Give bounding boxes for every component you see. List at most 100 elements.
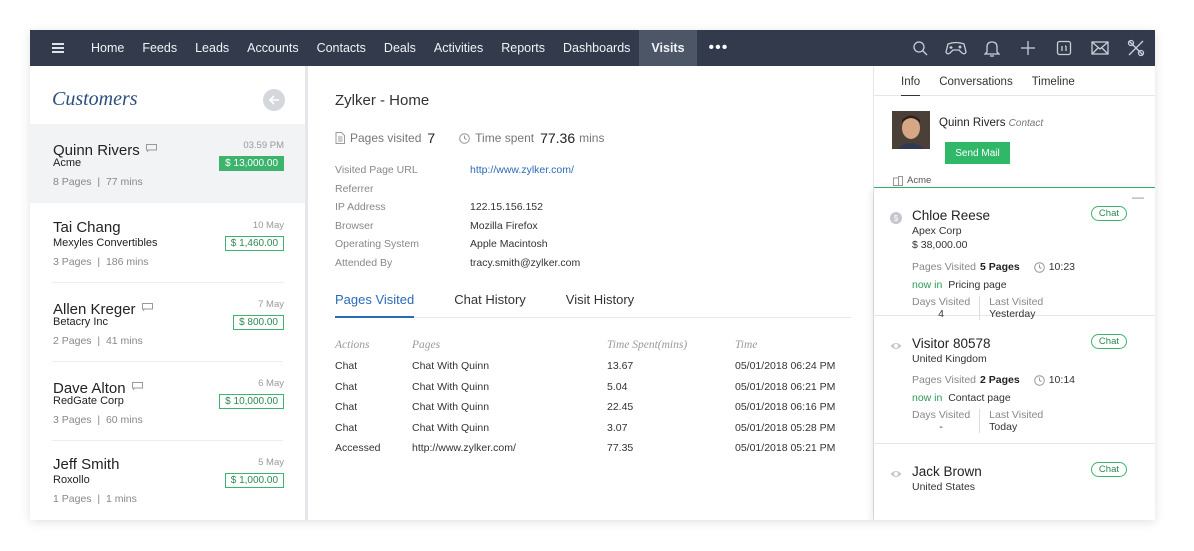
- visitor-card[interactable]: $ Chloe Reese Apex Corp $ 38,000.00 Chat…: [874, 188, 1155, 320]
- tab-pages-visited[interactable]: Pages Visited: [335, 292, 415, 318]
- time-unit: mins: [579, 131, 605, 145]
- nav-deals[interactable]: Deals: [375, 30, 425, 66]
- visitor-location: United Kingdom: [912, 353, 987, 365]
- customer-meta: 2 Pages | 41 mins: [53, 335, 143, 347]
- customer-name: Allen Kreger: [53, 298, 153, 318]
- visitors-panel: — $ Chloe Reese Apex Corp $ 38,000.00 Ch…: [874, 188, 1155, 520]
- visitor-location: United States: [912, 481, 976, 493]
- visitor-company: Apex Corp: [912, 225, 962, 237]
- cell: Chat With Quinn: [412, 421, 490, 434]
- customer-name: Quinn Rivers: [53, 139, 157, 159]
- bell-icon[interactable]: [981, 37, 1003, 59]
- search-icon[interactable]: [909, 37, 931, 59]
- column-header: Actions: [335, 339, 370, 351]
- tab-conversations[interactable]: Conversations: [939, 66, 1013, 96]
- calendar-icon[interactable]: [1053, 37, 1075, 59]
- detail-row: Operating System Apple Macintosh: [335, 238, 580, 257]
- visitor-card[interactable]: Jack Brown United States Chat: [874, 444, 1155, 520]
- back-button[interactable]: [263, 89, 285, 111]
- tab-timeline[interactable]: Timeline: [1032, 66, 1075, 96]
- nav-dashboards[interactable]: Dashboards: [554, 30, 639, 66]
- svg-text:$: $: [894, 214, 899, 223]
- customer-name: Tai Chang: [53, 219, 121, 236]
- detail-value: Apple Macintosh: [470, 238, 548, 250]
- chat-button[interactable]: Chat: [1090, 206, 1127, 221]
- detail-row: Browser Mozilla Firefox: [335, 220, 580, 239]
- cell: 05/01/2018 05:21 PM: [735, 442, 836, 455]
- visitor-days: Days Visited - Last Visited Today: [912, 409, 1044, 433]
- customer-item[interactable]: Tai Chang Mexyles Convertibles 3 Pages |…: [30, 204, 305, 283]
- mail-icon[interactable]: [1089, 37, 1111, 59]
- customer-amount-badge: $ 13,000.00: [219, 156, 284, 171]
- cell: Chat: [335, 401, 358, 414]
- dollar-icon: $: [890, 211, 902, 224]
- customer-item[interactable]: Dave Alton RedGate Corp 3 Pages | 60 min…: [30, 362, 305, 441]
- customer-time: 5 May: [258, 457, 284, 468]
- table-row[interactable]: Chat Chat With Quinn 5.04 05/01/2018 06:21 …: [335, 377, 855, 398]
- send-mail-button[interactable]: Send Mail: [945, 142, 1010, 164]
- column-header: Time: [735, 339, 758, 351]
- document-icon: [335, 132, 345, 144]
- table-row[interactable]: Accessed http://www.zylker.com/77.35 05/01…: [335, 438, 855, 459]
- customers-header: Customers: [30, 66, 305, 124]
- tab-visit-history[interactable]: Visit History: [566, 292, 634, 318]
- customer-amount-badge: $ 10,000.00: [219, 394, 284, 409]
- gamepad-icon[interactable]: [945, 37, 967, 59]
- customer-meta: 1 Pages | 1 mins: [53, 493, 137, 505]
- visitor-card[interactable]: Visitor 80578 United Kingdom Chat Pages …: [874, 316, 1155, 444]
- customer-name: Dave Alton: [53, 377, 143, 397]
- tab-info[interactable]: Info: [901, 66, 921, 96]
- tab-chat-history[interactable]: Chat History: [454, 292, 526, 318]
- more-menu-button[interactable]: •••: [709, 30, 729, 66]
- customer-meta: 8 Pages | 77 mins: [53, 176, 143, 188]
- info-panel: Info Conversations Timeline Quinn Rivers…: [873, 66, 1155, 520]
- table-row[interactable]: Chat Chat With Quinn 13.67 05/01/2018 06:24…: [335, 356, 855, 377]
- chat-button[interactable]: Chat: [1090, 462, 1127, 477]
- nav-feeds[interactable]: Feeds: [133, 30, 186, 66]
- customer-time: 03.59 PM: [243, 140, 284, 151]
- cell: Chat With Quinn: [412, 401, 490, 414]
- chat-bubble-icon: [141, 298, 153, 315]
- column-header: Pages: [412, 339, 441, 351]
- building-icon: [893, 175, 903, 186]
- clock-icon: [459, 132, 470, 144]
- cell: 13.67: [607, 360, 634, 373]
- customer-meta: 3 Pages | 60 mins: [53, 414, 143, 426]
- nav-activities[interactable]: Activities: [425, 30, 492, 66]
- detail-key: Browser: [335, 219, 374, 232]
- customer-item[interactable]: Allen Kreger Betacry Inc 2 Pages | 41 mi…: [30, 283, 305, 362]
- cell: 3.07: [607, 421, 628, 434]
- tools-icon[interactable]: [1125, 37, 1147, 59]
- hamburger-menu-icon[interactable]: [52, 42, 68, 54]
- nav-accounts[interactable]: Accounts: [238, 30, 307, 66]
- info-tabs: Info Conversations Timeline: [874, 66, 1155, 96]
- cell: Chat: [335, 421, 358, 434]
- detail-value: tracy.smith@zylker.com: [470, 256, 581, 269]
- nav-visits[interactable]: Visits: [639, 30, 697, 66]
- page-title: Zylker - Home: [335, 92, 430, 109]
- customer-item[interactable]: Quinn Rivers Acme 8 Pages | 77 mins 03.5…: [30, 124, 305, 203]
- visitor-name: Chloe Reese: [912, 208, 991, 223]
- nav-home[interactable]: Home: [82, 30, 133, 66]
- chat-bubble-icon: [145, 139, 157, 156]
- detail-value: Mozilla Firefox: [470, 219, 538, 232]
- top-nav: Home Feeds Leads Accounts Contacts Deals…: [30, 30, 1155, 66]
- time-spent-label: Time spent: [475, 131, 535, 145]
- customer-name: Jeff Smith: [53, 456, 120, 473]
- visited-url-link[interactable]: http://www.zylker.com/: [470, 164, 574, 183]
- nav-contacts[interactable]: Contacts: [308, 30, 375, 66]
- customer-amount-badge: $ 1,000.00: [224, 473, 284, 488]
- visitor-pages: Pages Visited 2 Pages 10:14: [912, 374, 1075, 386]
- cell: Accessed: [335, 442, 381, 455]
- chat-button[interactable]: Chat: [1090, 334, 1127, 349]
- plus-icon[interactable]: [1017, 37, 1039, 59]
- customer-item[interactable]: Jeff Smith Roxollo 1 Pages | 1 mins 5 Ma…: [30, 441, 305, 520]
- table-row[interactable]: Chat Chat With Quinn 3.07 05/01/2018 05:28 …: [335, 418, 855, 439]
- table-row[interactable]: Chat Chat With Quinn 22.45 05/01/2018 06:16…: [335, 397, 855, 418]
- cell: 77.35: [607, 442, 634, 455]
- nav-leads[interactable]: Leads: [186, 30, 238, 66]
- customer-time: 6 May: [258, 378, 284, 389]
- time-spent-stat: Time spent 77.36 mins: [459, 130, 604, 146]
- nav-reports[interactable]: Reports: [492, 30, 554, 66]
- customer-company: Betacry Inc: [53, 316, 109, 328]
